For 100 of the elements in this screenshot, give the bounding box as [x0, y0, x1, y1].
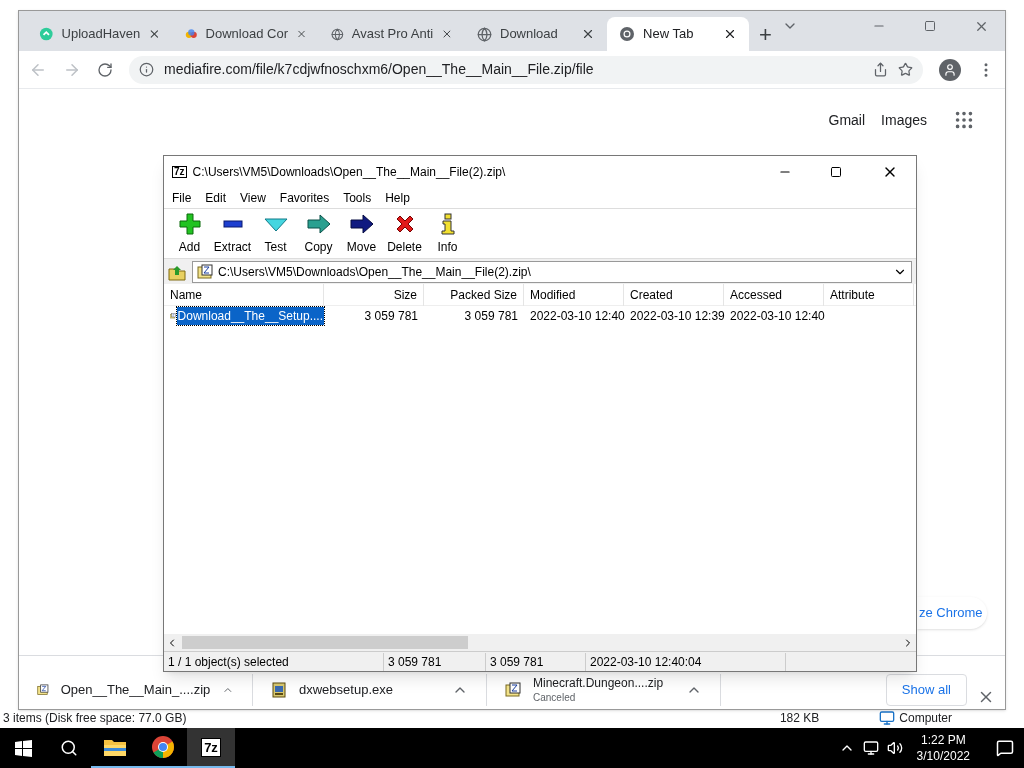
browser-tab[interactable]: Avast Pro Anti [319, 17, 465, 51]
tab-title: Download [500, 25, 559, 44]
header-link[interactable]: Images [881, 109, 927, 131]
toolbar-label: Delete [387, 239, 422, 256]
menu-item[interactable]: Tools [343, 189, 372, 207]
folder-icon [103, 737, 127, 757]
zip-file-icon [505, 682, 521, 698]
size-text: 182 KB [779, 710, 820, 727]
share-icon[interactable] [873, 62, 888, 77]
toolbar-button[interactable]: Test [254, 213, 297, 256]
column-header[interactable]: Size [324, 283, 424, 306]
zip-file-icon [37, 682, 49, 698]
status-text: 3 059 781 [486, 652, 586, 671]
browser-tab[interactable]: Download [465, 17, 608, 51]
star-icon[interactable] [898, 62, 913, 77]
arrow-icon [306, 213, 331, 235]
tab-title: New Tab [643, 25, 695, 44]
column-header[interactable]: Name [164, 283, 324, 306]
toolbar-label: Info [437, 239, 458, 256]
toolbar-button[interactable]: Delete [383, 213, 426, 256]
menu-item[interactable]: File [172, 189, 192, 207]
start-icon[interactable] [15, 739, 32, 757]
toolbar-button[interactable]: Move [340, 213, 383, 256]
table-cell-text: 2022-03-10 12:40 [729, 308, 824, 325]
search-icon[interactable] [60, 739, 78, 757]
path-text: C:\Users\VM5\Downloads\Open__The__Main__File(2).zip\ [218, 263, 532, 281]
notification-icon[interactable] [996, 739, 1014, 757]
status-text: 2022-03-10 12:40:04 [586, 652, 786, 671]
menu-item[interactable]: Edit [205, 189, 227, 207]
menu-item[interactable]: Help [385, 189, 410, 207]
status-text: 3 059 781 [384, 652, 486, 671]
menu-item[interactable]: Favorites [279, 189, 330, 207]
browser-tab[interactable]: UploadHaven [27, 17, 173, 51]
scrollbar-thumb[interactable] [182, 636, 468, 649]
plus-icon [178, 213, 201, 235]
url-text: mediafire.com/file/k7cdjwfnoschxm6/Open__The__Main__File.zip/file [164, 60, 595, 79]
table-cell-text: 3 059 781 [463, 308, 519, 325]
toolbar-button[interactable]: Extract [211, 213, 254, 256]
globe-icon [331, 26, 344, 42]
tab-title: Download Cor [205, 25, 288, 44]
status-text: 1 / 1 object(s) selected [164, 652, 384, 671]
new-tab-button[interactable]: + [749, 17, 782, 51]
download-status: Canceled [533, 690, 577, 705]
browser-tab[interactable]: Download Cor [173, 17, 319, 51]
download-name: dxwebsetup.exe [299, 681, 394, 700]
location-text: Computer [899, 710, 952, 727]
apps-icon[interactable] [953, 109, 975, 131]
toolbar-button[interactable]: Info [426, 213, 469, 256]
download-item[interactable]: Minecraft.Dungeon....zip Canceled [487, 674, 721, 706]
toolbar-label: Test [264, 239, 287, 256]
app-logo: 7z [172, 166, 187, 178]
column-header[interactable]: Modified [524, 283, 624, 306]
download-item[interactable]: Open__The__Main_....zip [19, 674, 253, 706]
download-name: Open__The__Main_....zip [60, 681, 211, 700]
toolbar-button[interactable]: Add [168, 213, 211, 256]
table-cell-text: 2022-03-10 12:39 [629, 308, 724, 325]
installer-icon [271, 682, 287, 698]
zip-file-icon [197, 263, 213, 280]
clock-date[interactable]: 3/10/2022 [916, 748, 970, 764]
column-header[interactable]: Packed Size [424, 283, 524, 306]
download-name: Minecraft.Dungeon....zip [533, 675, 665, 690]
chrome-icon [151, 735, 175, 759]
clock-time[interactable]: 1:22 PM [920, 732, 966, 748]
path-field[interactable]: C:\Users\VM5\Downloads\Open__The__Main__File(2).zip\ [192, 260, 912, 283]
toolbar-label: Move [346, 239, 377, 256]
cloud-icon [39, 26, 54, 42]
toolbar-button[interactable]: Copy [297, 213, 340, 256]
volume-icon[interactable] [886, 740, 903, 756]
download-item[interactable]: dxwebsetup.exe [253, 674, 487, 706]
toolbar-label: Copy [304, 239, 333, 256]
arrow-icon [349, 213, 374, 235]
network-icon[interactable] [862, 740, 879, 756]
computer-icon [879, 710, 896, 726]
maximize-icon[interactable] [830, 166, 842, 178]
profile-icon[interactable] [939, 58, 961, 81]
browser-tab[interactable]: New Tab [607, 17, 750, 51]
address-bar[interactable]: mediafire.com/file/k7cdjwfnoschxm6/Open__The__Main__File.zip/file [129, 55, 923, 84]
toolbar-label: Add [178, 239, 201, 256]
menu-item[interactable]: View [240, 189, 266, 207]
reload-icon[interactable] [97, 61, 113, 78]
toolbar-label: Extract [213, 239, 252, 256]
status-text: 3 items (Disk free space: 77.0 GB) [3, 710, 187, 727]
column-header[interactable]: Attribute [824, 283, 914, 306]
horizontal-scrollbar[interactable] [164, 634, 916, 651]
chrome-icon [619, 26, 636, 42]
column-header[interactable]: Accessed [724, 283, 824, 306]
app-logo: 7z [201, 737, 221, 757]
header-link[interactable]: Gmail [828, 109, 866, 131]
tab-title: UploadHaven [61, 25, 141, 44]
taskbar-app[interactable]: 7z [187, 728, 235, 768]
info-icon [139, 62, 154, 77]
window-title: C:\Users\VM5\Downloads\Open__The__Main__File(2).zip\ [192, 164, 506, 181]
info-icon [440, 213, 455, 235]
show-all-button[interactable]: Show all [885, 674, 967, 706]
globe-icon [477, 26, 492, 42]
table-cell-text: 3 059 781 [363, 308, 419, 325]
customize-button[interactable]: ze Chrome [917, 597, 987, 629]
column-header[interactable]: Created [624, 283, 724, 306]
file-name[interactable]: Download__The__Setup.... [176, 307, 324, 325]
tab-title: Avast Pro Anti [351, 25, 434, 44]
